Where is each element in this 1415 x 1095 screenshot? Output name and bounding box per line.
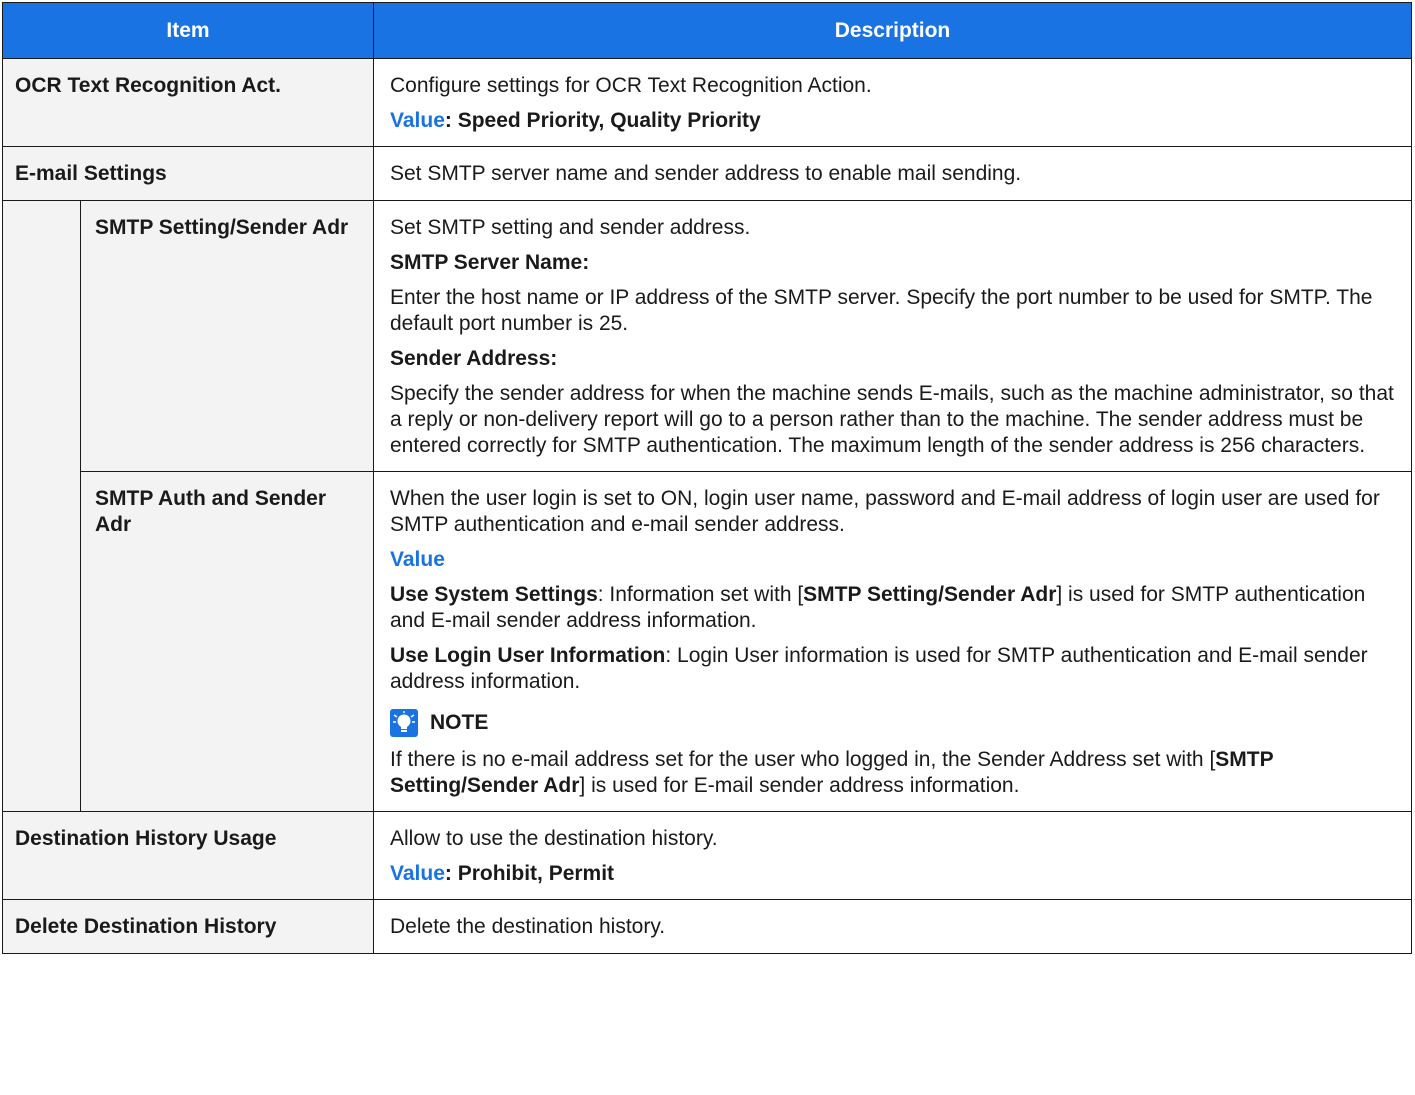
settings-table: Item Description OCR Text Recognition Ac… [2,2,1412,954]
item-destination-history-usage: Destination History Usage [15,827,277,850]
note-icon [390,709,418,737]
note-heading: NOTE [390,709,1395,737]
table-row-delete-destination-history: Delete Destination History Delete the de… [2,899,1412,954]
option-use-system-settings: Use System Settings: Information set wit… [390,583,1366,632]
dest-delete-description: Delete the destination history. [390,915,666,938]
smtp-auth-description: When the user login is set to ON, login … [390,487,1380,536]
item-email-settings: E-mail Settings [15,162,167,185]
table-row-ocr: OCR Text Recognition Act. Configure sett… [2,58,1412,147]
dest-usage-value: Value: Prohibit, Permit [390,862,615,885]
ocr-value: Value: Speed Priority, Quality Priority [390,109,761,132]
item-smtp-setting-sender-adr: SMTP Setting/Sender Adr [95,216,349,239]
item-ocr-text-recognition: OCR Text Recognition Act. [15,74,282,97]
email-description: Set SMTP server name and sender address … [390,162,1022,185]
sender-address-text: Specify the sender address for when the … [390,382,1394,457]
value-label: Value [390,109,445,132]
table-row-email-settings: E-mail Settings Set SMTP server name and… [2,146,1412,201]
indent-spacer [2,200,81,812]
value-label: Value [390,862,445,885]
header-item: Item [2,2,374,59]
sender-address-heading: Sender Address: [390,347,558,370]
header-description: Description [373,2,1412,59]
item-delete-destination-history: Delete Destination History [15,915,277,938]
option-use-login-user-info: Use Login User Information: Login User i… [390,644,1368,693]
smtp-server-text: Enter the host name or IP address of the… [390,286,1373,335]
table-row-smtp-auth: SMTP Auth and Sender Adr When the user l… [3,471,1412,812]
value-label: Value [390,548,445,571]
note-label: NOTE [430,711,489,734]
table-row-destination-history-usage: Destination History Usage Allow to use t… [2,811,1412,900]
table-header-row: Item Description [2,2,1412,59]
smtp-server-heading: SMTP Server Name: [390,251,590,274]
ocr-description: Configure settings for OCR Text Recognit… [390,74,872,97]
smtp-setting-description: Set SMTP setting and sender address. [390,216,751,239]
note-text: If there is no e-mail address set for th… [390,748,1274,797]
item-smtp-auth-sender-adr: SMTP Auth and Sender Adr [95,487,327,536]
table-row-smtp-setting: SMTP Setting/Sender Adr Set SMTP setting… [2,200,1412,812]
dest-usage-description: Allow to use the destination history. [390,827,718,850]
